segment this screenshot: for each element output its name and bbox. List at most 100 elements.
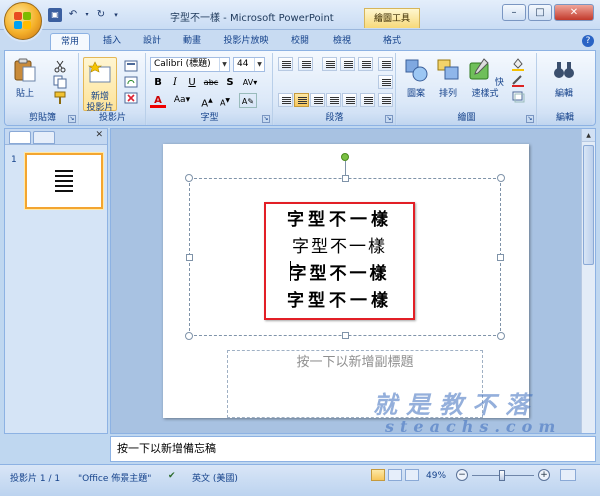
shape-fill-icon[interactable] (511, 57, 525, 71)
spellcheck-icon[interactable]: ✔ (168, 471, 176, 481)
help-icon[interactable]: ? (582, 35, 594, 47)
tab-format[interactable]: 格式 (374, 33, 410, 50)
editing-button[interactable]: 編輯 (548, 57, 580, 100)
drawing-launcher-icon[interactable]: ↘ (526, 115, 534, 123)
cut-icon[interactable] (53, 59, 67, 73)
resize-handle-sw[interactable] (185, 332, 193, 340)
grow-font-button[interactable]: A▲ (199, 93, 215, 109)
zoom-level[interactable]: 49% (426, 471, 446, 481)
shape-outline-icon[interactable] (511, 73, 525, 87)
underline-button[interactable]: U (184, 75, 200, 90)
bullets-button[interactable] (278, 57, 293, 71)
smartart-button[interactable] (378, 93, 393, 107)
slide-canvas[interactable]: 字型不一樣 字型不一樣 字型不一樣 字型不一樣 按一下以新增副標題 (163, 144, 529, 418)
quick-styles-button[interactable]: 快速樣式 (465, 57, 505, 100)
justify-button[interactable] (326, 93, 341, 107)
customize-qat-icon[interactable]: ▾ (112, 8, 120, 22)
close-button[interactable]: ✕ (554, 4, 594, 21)
shape-effects-icon[interactable] (511, 89, 525, 103)
vertical-scrollbar[interactable]: ▲ (581, 129, 595, 433)
zoom-out-icon[interactable]: − (456, 469, 468, 481)
arrange-button[interactable]: 排列 (433, 57, 463, 100)
fit-to-window-button[interactable] (560, 469, 576, 481)
paragraph-group-label: 段落 (274, 112, 395, 125)
tab-design[interactable]: 設計 (134, 33, 170, 50)
tab-view[interactable]: 檢視 (324, 33, 360, 50)
font-color-button[interactable]: A (150, 93, 166, 108)
line-spacing-button[interactable] (358, 57, 373, 71)
increase-indent-button[interactable] (340, 57, 355, 71)
tab-outline[interactable] (33, 131, 55, 144)
tab-insert[interactable]: 插入 (94, 33, 130, 50)
chevron-down-icon[interactable]: ▼ (219, 58, 229, 71)
slide-title-text[interactable]: 字型不一樣 字型不一樣 字型不一樣 字型不一樣 (264, 202, 415, 320)
paste-button[interactable]: 貼上 (11, 57, 39, 100)
distributed-icon (346, 97, 355, 105)
normal-view-button[interactable] (371, 469, 385, 481)
new-slide-button[interactable]: 新增 投影片 ▾ (83, 57, 117, 124)
distributed-button[interactable] (342, 93, 357, 107)
redo-icon[interactable]: ↻ (94, 8, 108, 22)
zoom-slider-knob[interactable] (499, 470, 505, 481)
change-case-button[interactable]: Aa▾ (169, 93, 195, 108)
close-icon[interactable]: ✕ (95, 130, 103, 140)
font-size-combo[interactable]: 44 ▼ (233, 57, 265, 72)
numbering-button[interactable] (298, 57, 313, 71)
text-direction-button[interactable] (378, 57, 393, 71)
clear-formatting-button[interactable]: A✎ (239, 93, 257, 108)
reset-icon[interactable] (124, 75, 138, 89)
char-spacing-button[interactable]: AV▾ (239, 75, 261, 90)
resize-handle-ne[interactable] (497, 174, 505, 182)
align-center-button[interactable] (294, 93, 309, 107)
slide-sorter-button[interactable] (388, 469, 402, 481)
resize-handle-e[interactable] (497, 254, 504, 261)
undo-dropdown-icon[interactable]: ▾ (84, 8, 90, 22)
scrollbar-thumb[interactable] (583, 145, 594, 265)
shrink-font-button[interactable]: A▼ (217, 93, 233, 108)
rotation-handle[interactable] (341, 153, 349, 161)
tab-slideshow[interactable]: 投影片放映 (216, 33, 276, 50)
language[interactable]: 英文 (美國) (192, 471, 238, 484)
columns-button[interactable] (360, 93, 375, 107)
copy-icon[interactable] (53, 75, 67, 89)
restore-button[interactable]: □ (528, 4, 552, 21)
scroll-up-icon[interactable]: ▲ (582, 129, 595, 142)
tab-home[interactable]: 常用 (50, 33, 90, 50)
resize-handle-w[interactable] (186, 254, 193, 261)
resize-handle-n[interactable] (342, 175, 349, 182)
paragraph-launcher-icon[interactable]: ↘ (385, 115, 393, 123)
decrease-indent-button[interactable] (322, 57, 337, 71)
notes-input[interactable]: 按一下以新增備忘稿 (110, 436, 596, 462)
slideshow-view-button[interactable] (405, 469, 419, 481)
minimize-button[interactable]: – (502, 4, 526, 21)
align-text-button[interactable] (378, 75, 393, 89)
clipboard-group: 貼上 剪貼簿 ↘ (7, 53, 79, 125)
bold-button[interactable]: B (150, 75, 166, 90)
italic-button[interactable]: I (167, 75, 183, 90)
tab-animations[interactable]: 動畫 (174, 33, 210, 50)
align-right-button[interactable] (310, 93, 325, 107)
align-left-button[interactable] (278, 93, 293, 107)
tab-review[interactable]: 校閱 (282, 33, 318, 50)
slide-thumbnail[interactable] (25, 153, 103, 209)
layout-icon[interactable] (124, 59, 138, 73)
clipboard-launcher-icon[interactable]: ↘ (68, 115, 76, 123)
chevron-down-icon[interactable]: ▼ (254, 58, 264, 71)
office-button[interactable] (4, 2, 42, 40)
shapes-button[interactable]: 圖案 (401, 57, 431, 100)
font-name-combo[interactable]: Calibri (標題) ▼ (150, 57, 230, 72)
shadow-button[interactable]: S (222, 75, 238, 90)
delete-slide-icon[interactable] (124, 91, 138, 105)
format-painter-icon[interactable] (53, 91, 67, 105)
title-line-2: 字型不一樣 (292, 237, 387, 257)
resize-handle-nw[interactable] (185, 174, 193, 182)
tab-slides[interactable] (9, 131, 31, 144)
font-launcher-icon[interactable]: ↘ (262, 115, 270, 123)
resize-handle-s[interactable] (342, 332, 349, 339)
undo-icon[interactable]: ↶ (66, 8, 80, 22)
save-icon[interactable]: ▣ (48, 8, 62, 22)
slides-group: 新增 投影片 ▾ 投影片 (80, 53, 146, 125)
resize-handle-se[interactable] (497, 332, 505, 340)
strikethrough-button[interactable]: abc (202, 75, 220, 90)
zoom-in-icon[interactable]: + (538, 469, 550, 481)
